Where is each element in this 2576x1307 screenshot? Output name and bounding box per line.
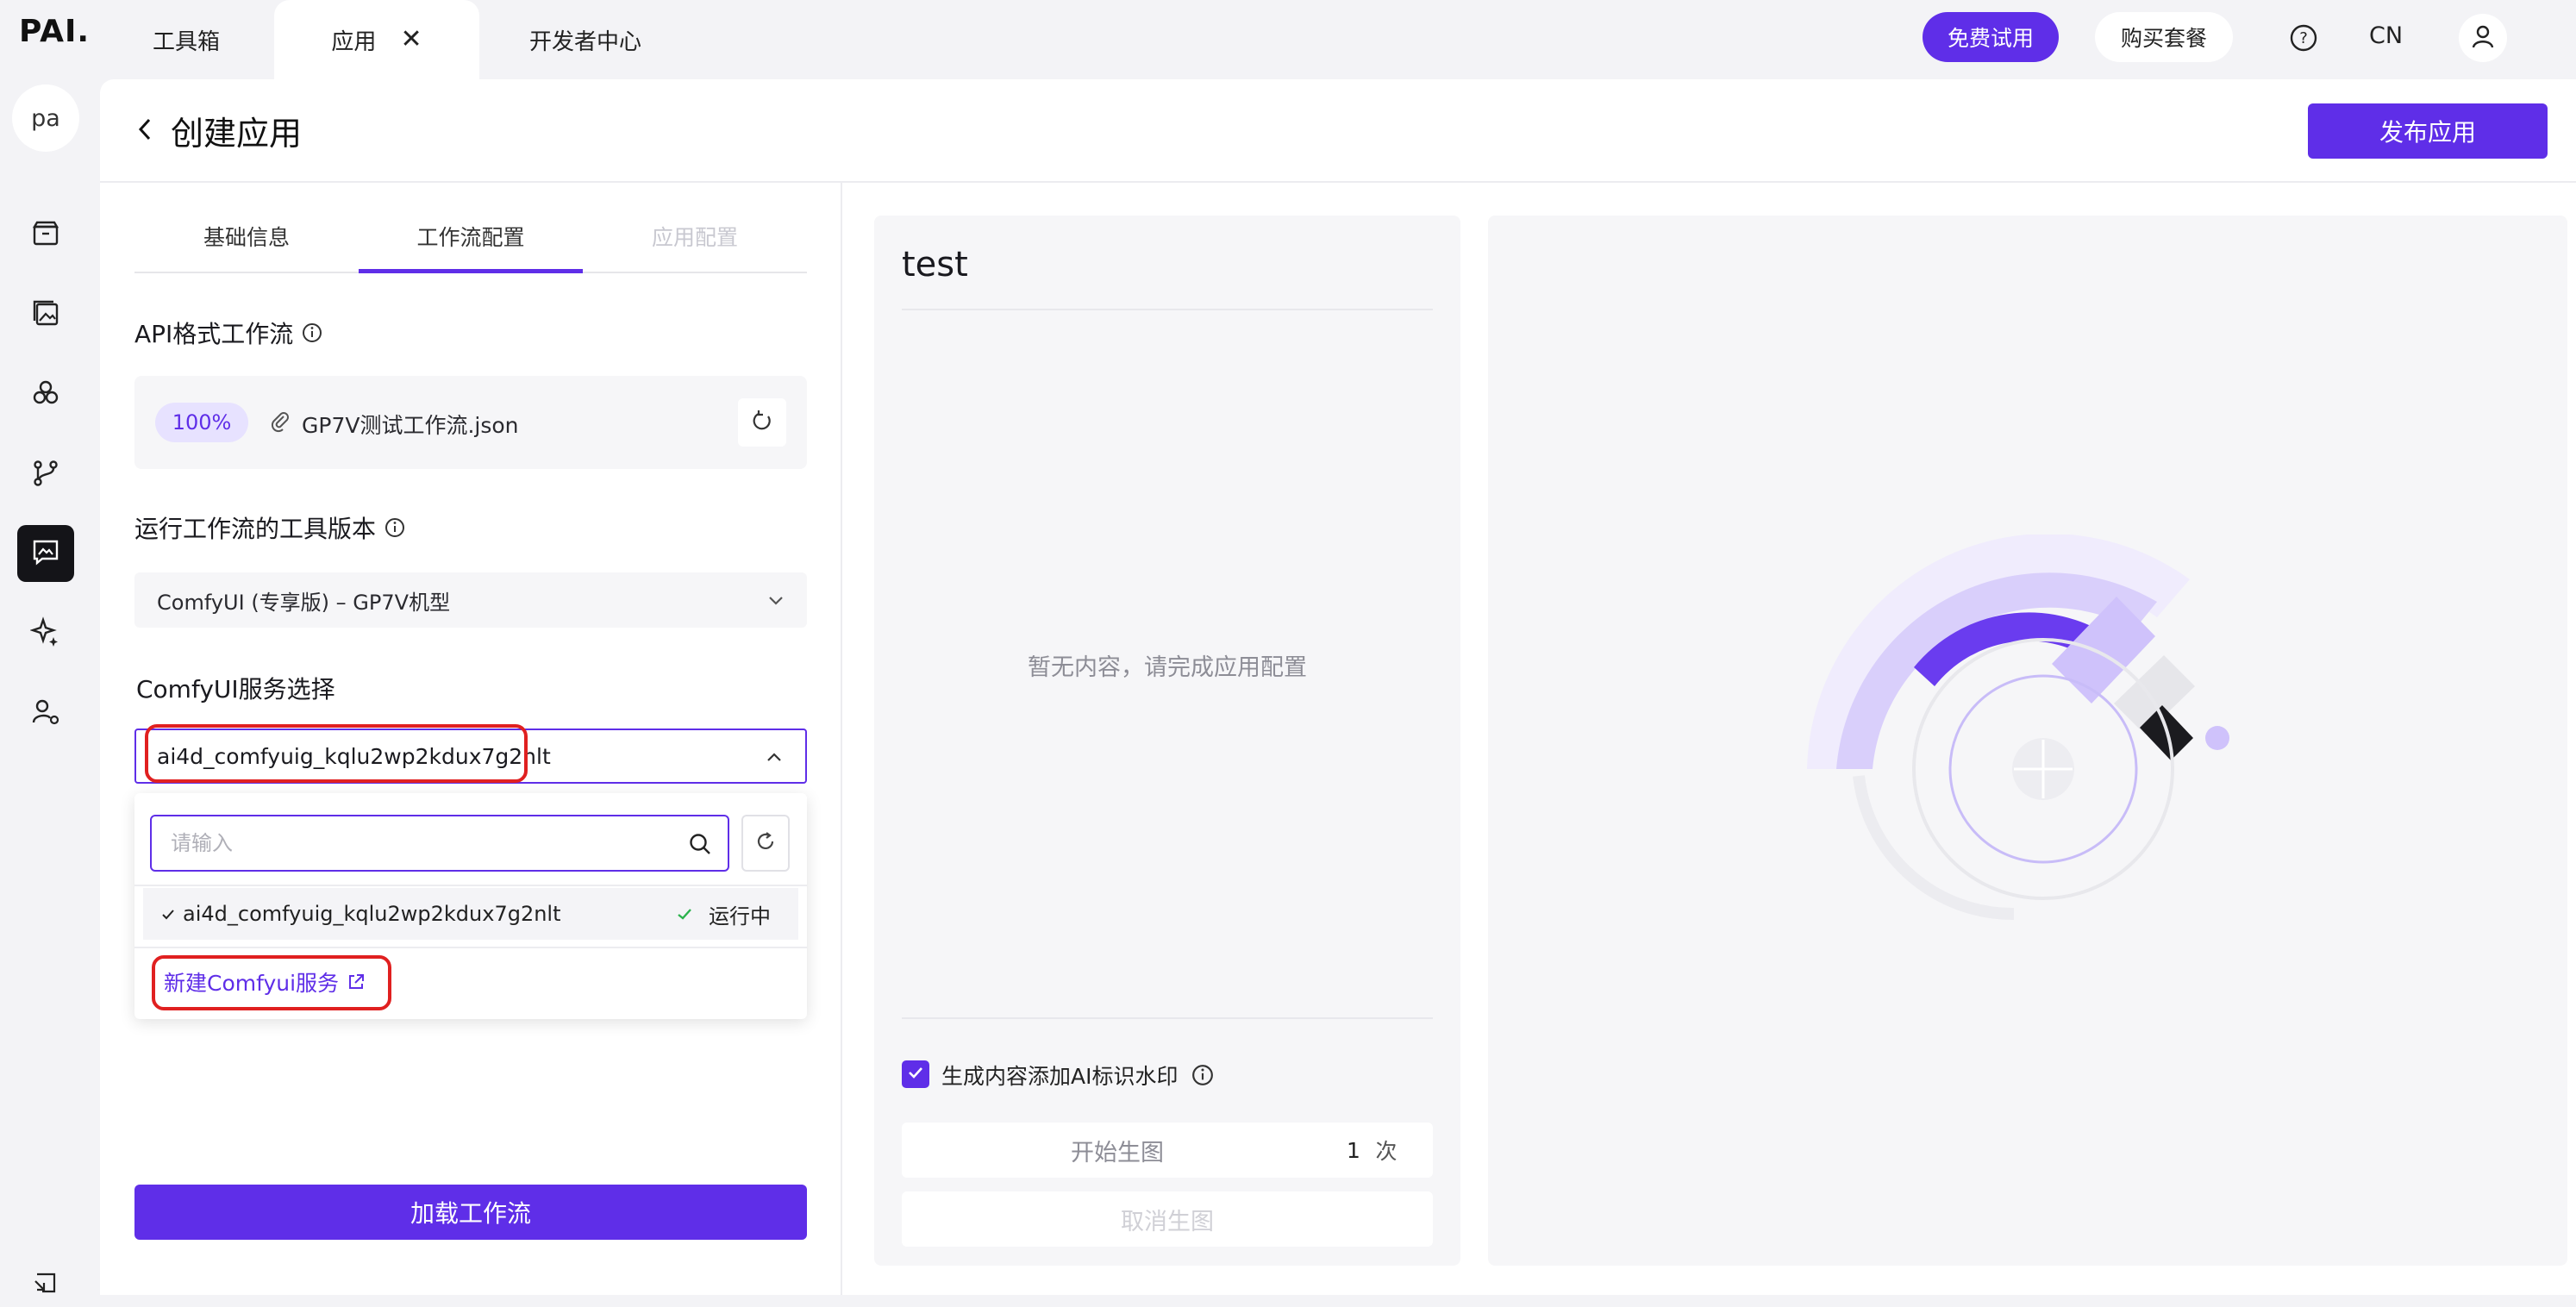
watermark-label: 生成内容添加AI标识水印 [941,1060,1214,1091]
sparkle-icon [29,616,61,651]
active-tab-indicator [359,269,583,273]
user-icon [2470,23,2496,53]
tab-developer-center[interactable]: 开发者中心 [516,0,655,79]
label-text: 生成内容添加AI标识水印 [941,1064,1179,1089]
reload-icon [750,409,774,436]
info-icon[interactable] [385,517,405,538]
models-icon [31,378,60,411]
free-trial-button[interactable]: 免费试用 [1923,12,2059,62]
start-generate-button[interactable]: 开始生图 [902,1123,1333,1178]
sidebar-item-user-settings[interactable] [17,685,74,742]
service-select-label: ComfyUI服务选择 [136,671,335,705]
cancel-generate-button[interactable]: 取消生图 [902,1191,1433,1247]
tool-version-select[interactable]: ComfyUI (专享版) – GP7V机型 [134,572,807,628]
tool-version-label: 运行工作流的工具版本 [134,510,405,545]
label-text: 运行工作流的工具版本 [134,515,377,543]
service-option[interactable]: ai4d_comfyuig_kqlu2wp2kdux7g2nlt 运行中 [143,888,798,940]
svg-text:?: ? [2299,29,2308,47]
sidebar-item-box[interactable] [17,207,74,264]
option-name: ai4d_comfyuig_kqlu2wp2kdux7g2nlt [183,902,561,926]
preview-card [874,216,1460,1266]
collapse-icon [32,1269,59,1300]
label-text: API格式工作流 [134,320,294,348]
tab-toolbox[interactable]: 工具箱 [129,0,243,79]
count-unit: 次 [1375,1139,1397,1164]
sidebar-item-gallery[interactable] [17,286,74,343]
search-input[interactable] [171,816,653,870]
watermark-checkbox[interactable] [902,1060,929,1088]
sidebar-item-ai[interactable] [17,605,74,662]
check-icon [906,1063,925,1085]
attachment-icon [269,410,291,436]
empty-state-text: 暂无内容，请完成应用配置 [1028,654,1307,681]
highlight-annotation [152,955,391,1010]
highlight-annotation [145,724,528,783]
preview-divider [902,309,1433,310]
workflow-icon [31,459,60,491]
check-icon [160,906,176,922]
load-workflow-button[interactable]: 加载工作流 [134,1185,807,1240]
dropdown-divider [134,947,807,948]
workspace-avatar[interactable]: pa [12,84,79,152]
box-icon [31,219,60,252]
upload-progress-badge: 100% [155,403,248,442]
user-avatar[interactable] [2459,14,2507,62]
status-check-icon [676,905,693,922]
sidebar-item-workflow[interactable] [17,447,74,503]
gallery-icon [31,298,60,331]
buy-plan-button[interactable]: 购买套餐 [2095,12,2233,62]
column-divider [841,183,842,1295]
search-icon[interactable] [688,832,712,860]
publish-app-button[interactable]: 发布应用 [2308,103,2548,159]
sidebar-item-models[interactable] [17,366,74,423]
language-switch[interactable]: CN [2369,22,2403,49]
tab-basic-info[interactable]: 基础信息 [134,200,359,272]
service-search-field[interactable] [150,815,729,872]
page-header [100,79,2576,183]
tab-workflow-config[interactable]: 工作流配置 [359,200,583,272]
tab-label: 应用 [331,28,377,55]
help-icon[interactable]: ? [2285,19,2323,57]
page-title: 创建应用 [171,115,303,153]
user-settings-icon [31,697,60,730]
empty-state-illustration [1802,533,2302,931]
close-icon[interactable]: ✕ [400,27,422,53]
refresh-services-button[interactable] [741,815,790,872]
info-icon[interactable] [302,322,322,343]
tab-app-config[interactable]: 应用配置 [583,200,807,272]
dropdown-divider [134,885,807,886]
preview-divider [902,1017,1433,1019]
tab-label: 开发者中心 [528,28,641,55]
label-text: ComfyUI服务选择 [136,675,335,704]
select-value: ComfyUI (专享版) – GP7V机型 [157,590,451,615]
app-preview-title: test [902,245,968,285]
chevron-left-icon [135,116,154,146]
tab-label: 工具箱 [152,28,220,55]
file-name: GP7V测试工作流.json [302,413,519,438]
info-icon[interactable] [1191,1064,1214,1086]
refresh-icon [754,830,777,856]
replace-file-button[interactable] [738,398,786,447]
chevron-down-icon [766,590,786,616]
sidebar-item-apps[interactable] [17,525,74,582]
pai-logo[interactable]: PAI. [19,14,90,49]
chat-app-icon [31,537,60,570]
status-badge: 运行中 [709,904,771,929]
back-button[interactable] [129,112,160,150]
tab-apps[interactable]: 应用 ✕ [274,0,479,79]
collapse-sidebar-button[interactable] [17,1266,74,1304]
chevron-up-icon [764,747,785,773]
api-workflow-label: API格式工作流 [134,316,322,350]
